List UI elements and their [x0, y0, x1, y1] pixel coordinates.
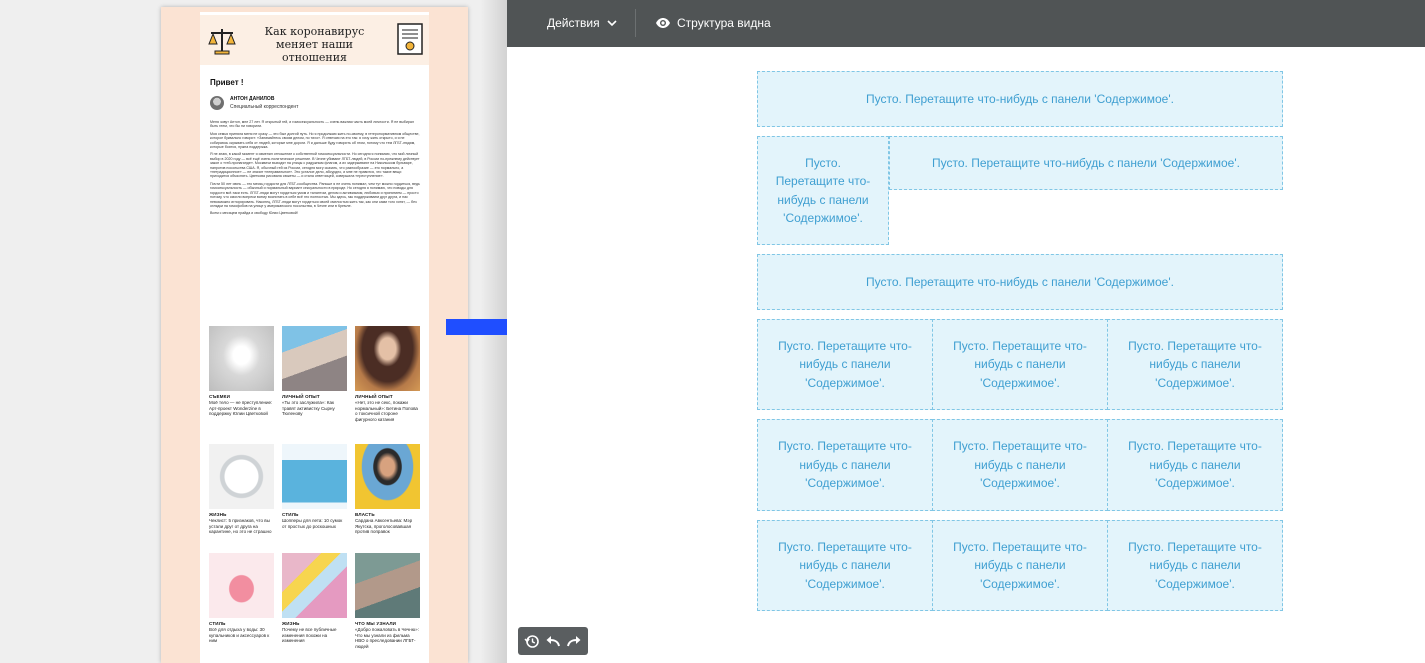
newsletter-title: Как коронавирус меняет наши отношения: [264, 25, 365, 64]
card-image: [355, 553, 420, 618]
card-category: СЪЕМКИ: [209, 394, 231, 399]
drop-zone[interactable]: Пусто. Перетащите что-нибудь с панели 'С…: [1107, 520, 1283, 611]
card-title: «Нет, это не секс, покажи нормальный»: Б…: [355, 400, 418, 422]
card-image: [282, 553, 347, 618]
card-image: [209, 326, 274, 391]
actions-label: Действия: [547, 16, 600, 30]
card-image: [209, 444, 274, 509]
card-category: СТИЛЬ: [282, 512, 299, 517]
history-button[interactable]: [522, 631, 542, 651]
editor-toolbar: Действия Структура видна: [507, 0, 1425, 47]
drop-zone[interactable]: Пусто. Перетащите что-нибудь с панели 'С…: [757, 520, 933, 611]
card-image: [355, 444, 420, 509]
structure-toggle[interactable]: Структура видна: [655, 16, 771, 30]
card-title: «Добро пожаловать в Чечню»: Что мы узнал…: [355, 627, 419, 649]
drop-zone[interactable]: Пусто. Перетащите что-нибудь с панели 'С…: [1107, 419, 1283, 511]
article-card[interactable]: СТИЛЬ Шопперы для лета: 10 сумок от прос…: [282, 444, 347, 529]
author-name: АНТОН ДАНИЛОВ: [230, 96, 275, 102]
article-card[interactable]: ВЛАСТЬ Сардана Авксентьева: Мэр Якутска,…: [355, 444, 420, 535]
undo-icon: [546, 636, 560, 647]
article-card[interactable]: СЪЕМКИ Моё тело — не преступление: Арт-п…: [209, 326, 274, 417]
history-controls: [518, 627, 588, 655]
actions-dropdown[interactable]: Действия: [547, 16, 618, 30]
article-card[interactable]: ЛИЧНЫЙ ОПЫТ «Ты это заслужила»: Как трав…: [282, 326, 347, 417]
article-body: Меня зовут Антон, мне 27 лет. Я открытый…: [210, 120, 420, 219]
redo-icon: [566, 636, 581, 647]
drop-zone[interactable]: Пусто. Перетащите что-нибудь с панели 'С…: [889, 136, 1283, 190]
certificate-icon: [397, 23, 423, 55]
undo-button[interactable]: [543, 631, 563, 651]
article-card[interactable]: ЖИЗНЬ Почему не все публичные изменения …: [282, 553, 347, 644]
drop-zone[interactable]: Пусто. Перетащите что-нибудь с панели 'С…: [932, 520, 1108, 611]
card-title: Шопперы для лета: 10 сумок от простых до…: [282, 518, 343, 529]
drop-zone[interactable]: Пусто. Перетащите что-нибудь с панели 'С…: [757, 136, 889, 245]
redo-button[interactable]: [564, 631, 584, 651]
card-title: Сардана Авксентьева: Мэр Якутска, прогол…: [355, 518, 413, 534]
article-card[interactable]: ЧТО МЫ УЗНАЛИ «Добро пожаловать в Чечню»…: [355, 553, 420, 649]
card-category: СТИЛЬ: [209, 621, 226, 626]
structure-label: Структура видна: [677, 16, 771, 30]
paragraph: Почти 50 лет июнь — это месяц гордости д…: [210, 181, 420, 208]
card-title: Почему не все публичные изменения похожи…: [282, 627, 337, 643]
newsletter-preview: Как коронавирус меняет наши отношения Пр…: [161, 7, 468, 663]
card-title: Чеклист: 5 признаков, что вы устали друг…: [209, 518, 272, 534]
card-category: ЖИЗНЬ: [282, 621, 300, 626]
card-category: ВЛАСТЬ: [355, 512, 375, 517]
drop-zone[interactable]: Пусто. Перетащите что-нибудь с панели 'С…: [757, 319, 933, 410]
article-card[interactable]: ЖИЗНЬ Чеклист: 5 признаков, что вы устал…: [209, 444, 274, 535]
card-image: [282, 326, 347, 391]
paragraph: Я не знаю, в какой момент я изменил отно…: [210, 152, 420, 179]
card-image: [355, 326, 420, 391]
eye-icon: [656, 18, 670, 28]
card-title: Всё для отдыха у воды: 30 купальников и …: [209, 627, 270, 643]
paragraph: Всем с месяцем прайда и свободу Юлии Цве…: [210, 211, 298, 216]
greeting: Привет !: [210, 78, 244, 87]
card-title: «Ты это заслужила»: Как травят активистк…: [282, 400, 335, 416]
card-title: Моё тело — не преступление: Арт-проект W…: [209, 400, 273, 416]
paragraph: Меня зовут Антон, мне 27 лет. Я открытый…: [210, 120, 414, 129]
card-category: ЖИЗНЬ: [209, 512, 227, 517]
drop-zone[interactable]: Пусто. Перетащите что-нибудь с панели 'С…: [1107, 319, 1283, 410]
card-category: ЛИЧНЫЙ ОПЫТ: [282, 394, 320, 399]
card-image: [209, 553, 274, 618]
article-card[interactable]: ЛИЧНЫЙ ОПЫТ «Нет, это не секс, покажи но…: [355, 326, 420, 422]
avatar: [210, 96, 224, 110]
article-card[interactable]: СТИЛЬ Всё для отдыха у воды: 30 купальни…: [209, 553, 274, 644]
chevron-down-icon: [607, 20, 617, 27]
drop-zone[interactable]: Пусто. Перетащите что-нибудь с панели 'С…: [932, 319, 1108, 410]
drop-zone[interactable]: Пусто. Перетащите что-нибудь с панели 'С…: [757, 419, 933, 511]
paragraph: Моя семья приняла меня не сразу — это бы…: [210, 131, 420, 150]
drop-zone[interactable]: Пусто. Перетащите что-нибудь с панели 'С…: [757, 71, 1283, 127]
newsletter-header: Как коронавирус меняет наши отношения: [200, 15, 429, 65]
drop-zone[interactable]: Пусто. Перетащите что-нибудь с панели 'С…: [932, 419, 1108, 511]
newsletter-sheet: Как коронавирус меняет наши отношения Пр…: [200, 12, 429, 663]
toolbar-divider: [635, 9, 636, 37]
card-image: [282, 444, 347, 509]
author-role: Специальный корреспондент: [230, 104, 299, 110]
card-category: ЛИЧНЫЙ ОПЫТ: [355, 394, 393, 399]
scales-icon: [208, 29, 236, 55]
history-icon: [524, 635, 540, 648]
drop-zone[interactable]: Пусто. Перетащите что-нибудь с панели 'С…: [757, 254, 1283, 310]
card-category: ЧТО МЫ УЗНАЛИ: [355, 621, 397, 626]
